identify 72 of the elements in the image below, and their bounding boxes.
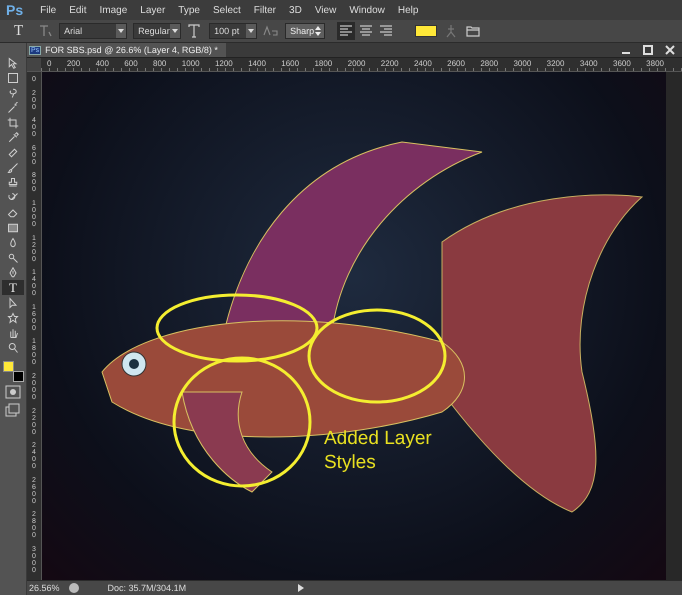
arrow-cursor-icon xyxy=(7,296,19,308)
menu-item[interactable]: File xyxy=(40,4,56,16)
ruler-label: 3200 xyxy=(546,58,564,70)
type-tool-button[interactable]: T xyxy=(2,280,24,295)
font-size-dropdown[interactable]: 100 pt xyxy=(209,23,258,39)
caret-icon xyxy=(246,24,256,38)
brush-icon xyxy=(7,162,19,174)
gradient-icon xyxy=(7,222,19,234)
ruler-label: 1800 xyxy=(314,58,332,70)
spinner-arrows-icon xyxy=(314,25,322,37)
stamp-icon xyxy=(7,176,19,188)
font-style-dropdown[interactable]: Regular xyxy=(133,23,182,39)
ruler-label: 200 xyxy=(66,58,80,70)
status-info-icon[interactable] xyxy=(68,582,80,594)
ruler-label: 1000 xyxy=(182,58,200,70)
ruler-label: 400 xyxy=(96,58,109,70)
play-arrow-icon[interactable] xyxy=(296,583,306,593)
ruler-label: 2000 xyxy=(348,58,366,70)
tool-preset-picker[interactable]: T xyxy=(14,22,32,40)
ruler-label: 3400 xyxy=(580,58,598,70)
menu-item[interactable]: Edit xyxy=(69,4,86,16)
ruler-label: 2200 xyxy=(380,58,399,70)
menu-item[interactable]: Type xyxy=(178,4,200,16)
marquee-icon xyxy=(7,72,19,84)
ruler-label: 2600 xyxy=(447,58,465,70)
ruler-label: 800 xyxy=(153,58,166,70)
menu-item[interactable]: Image xyxy=(99,4,128,16)
ruler-label: 1400 xyxy=(248,58,266,70)
menu-item[interactable]: Window xyxy=(349,4,385,16)
ruler-label: 3600 xyxy=(613,58,631,70)
annotation-text: Added Layer Styles xyxy=(324,427,433,474)
app-logo: Ps xyxy=(6,2,24,18)
document-size-info: Doc: 35.7M/304.1M xyxy=(106,583,188,593)
menu-item[interactable]: View xyxy=(314,4,336,16)
ruler-label: 2800 xyxy=(480,58,498,70)
ruler-label: 600 xyxy=(124,58,138,70)
foreground-color-swatch[interactable] xyxy=(3,361,14,372)
menu-item[interactable]: 3D xyxy=(289,4,302,16)
align-left-icon[interactable] xyxy=(337,22,356,40)
crop-icon xyxy=(7,116,19,128)
ruler-label: 2400 xyxy=(414,58,432,70)
menu-item[interactable]: Filter xyxy=(254,4,276,16)
menu-item[interactable]: Help xyxy=(398,4,418,16)
quick-mask-icon[interactable] xyxy=(5,385,21,399)
lasso-icon xyxy=(7,86,19,98)
ruler-label: 3000 xyxy=(513,58,532,70)
eraser-icon xyxy=(7,206,19,218)
ruler-label: 1200 xyxy=(214,58,233,70)
ruler-label: 1600 xyxy=(281,58,300,70)
caret-icon xyxy=(116,24,126,38)
menu-item[interactable]: Select xyxy=(212,4,241,16)
menu-item[interactable]: Layer xyxy=(140,4,166,16)
antialias-icon xyxy=(263,25,280,37)
ruler-label: 3800 xyxy=(646,58,664,70)
dodge-icon xyxy=(7,252,19,264)
zoom-icon xyxy=(7,342,19,354)
star-shape-icon xyxy=(7,312,19,324)
background-color-swatch[interactable] xyxy=(13,371,24,382)
caret-icon xyxy=(170,24,180,38)
antialias-dropdown[interactable]: Sharp xyxy=(285,23,326,39)
text-color-swatch[interactable] xyxy=(415,25,438,37)
zoom-level[interactable]: 26.56% xyxy=(29,583,60,593)
maximize-icon[interactable] xyxy=(640,44,656,56)
bandage-icon xyxy=(7,146,19,158)
pen-icon xyxy=(7,266,19,278)
text-orientation-icon[interactable] xyxy=(37,23,54,39)
screen-mode-icon[interactable] xyxy=(5,403,21,417)
move-icon xyxy=(7,56,19,68)
magic-wand-icon xyxy=(7,102,19,114)
font-family-dropdown[interactable]: Arial xyxy=(59,23,128,39)
eyedropper-icon xyxy=(7,132,19,144)
ruler-label: 0 xyxy=(47,58,52,70)
